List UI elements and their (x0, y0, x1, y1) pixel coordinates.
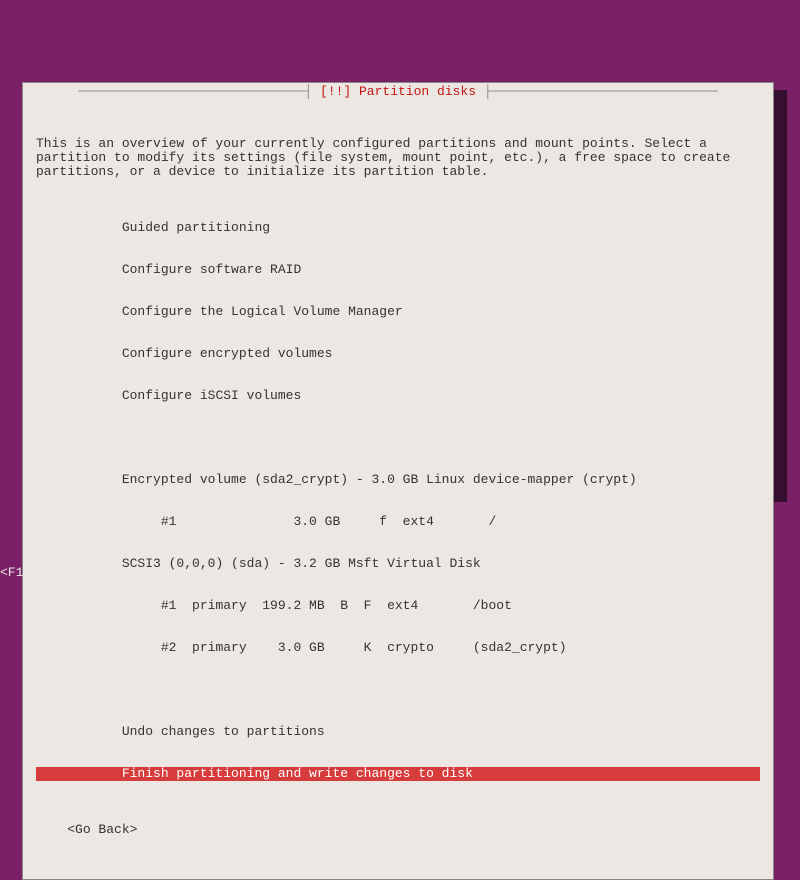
device-encrypted-p1[interactable]: #1 3.0 GB f ext4 / (36, 515, 760, 529)
partition-dialog: ─────────────────────────────┤ [!!] Part… (22, 82, 774, 880)
menu-encrypted[interactable]: Configure encrypted volumes (36, 347, 760, 361)
dialog-title: [!!] Partition disks (320, 84, 476, 99)
device-encrypted-header[interactable]: Encrypted volume (sda2_crypt) - 3.0 GB L… (36, 473, 760, 487)
footer-help: <F1> for help; <Tab> moves; <Space> sele… (0, 566, 546, 580)
device-scsi-p1[interactable]: #1 primary 199.2 MB B F ext4 /boot (36, 599, 760, 613)
dialog-content: This is an overview of your currently co… (23, 99, 773, 879)
go-back-button[interactable]: <Go Back> (36, 823, 760, 837)
intro-text: This is an overview of your currently co… (36, 137, 760, 179)
blank-2 (36, 683, 760, 697)
menu-undo[interactable]: Undo changes to partitions (36, 725, 760, 739)
menu-iscsi[interactable]: Configure iSCSI volumes (36, 389, 760, 403)
blank-1 (36, 431, 760, 445)
menu-raid[interactable]: Configure software RAID (36, 263, 760, 277)
menu-finish-selected[interactable]: Finish partitioning and write changes to… (36, 767, 760, 781)
device-scsi-p2[interactable]: #2 primary 3.0 GB K crypto (sda2_crypt) (36, 641, 760, 655)
menu-guided[interactable]: Guided partitioning (36, 221, 760, 235)
dialog-title-border: ─────────────────────────────┤ [!!] Part… (23, 83, 773, 99)
menu-lvm[interactable]: Configure the Logical Volume Manager (36, 305, 760, 319)
